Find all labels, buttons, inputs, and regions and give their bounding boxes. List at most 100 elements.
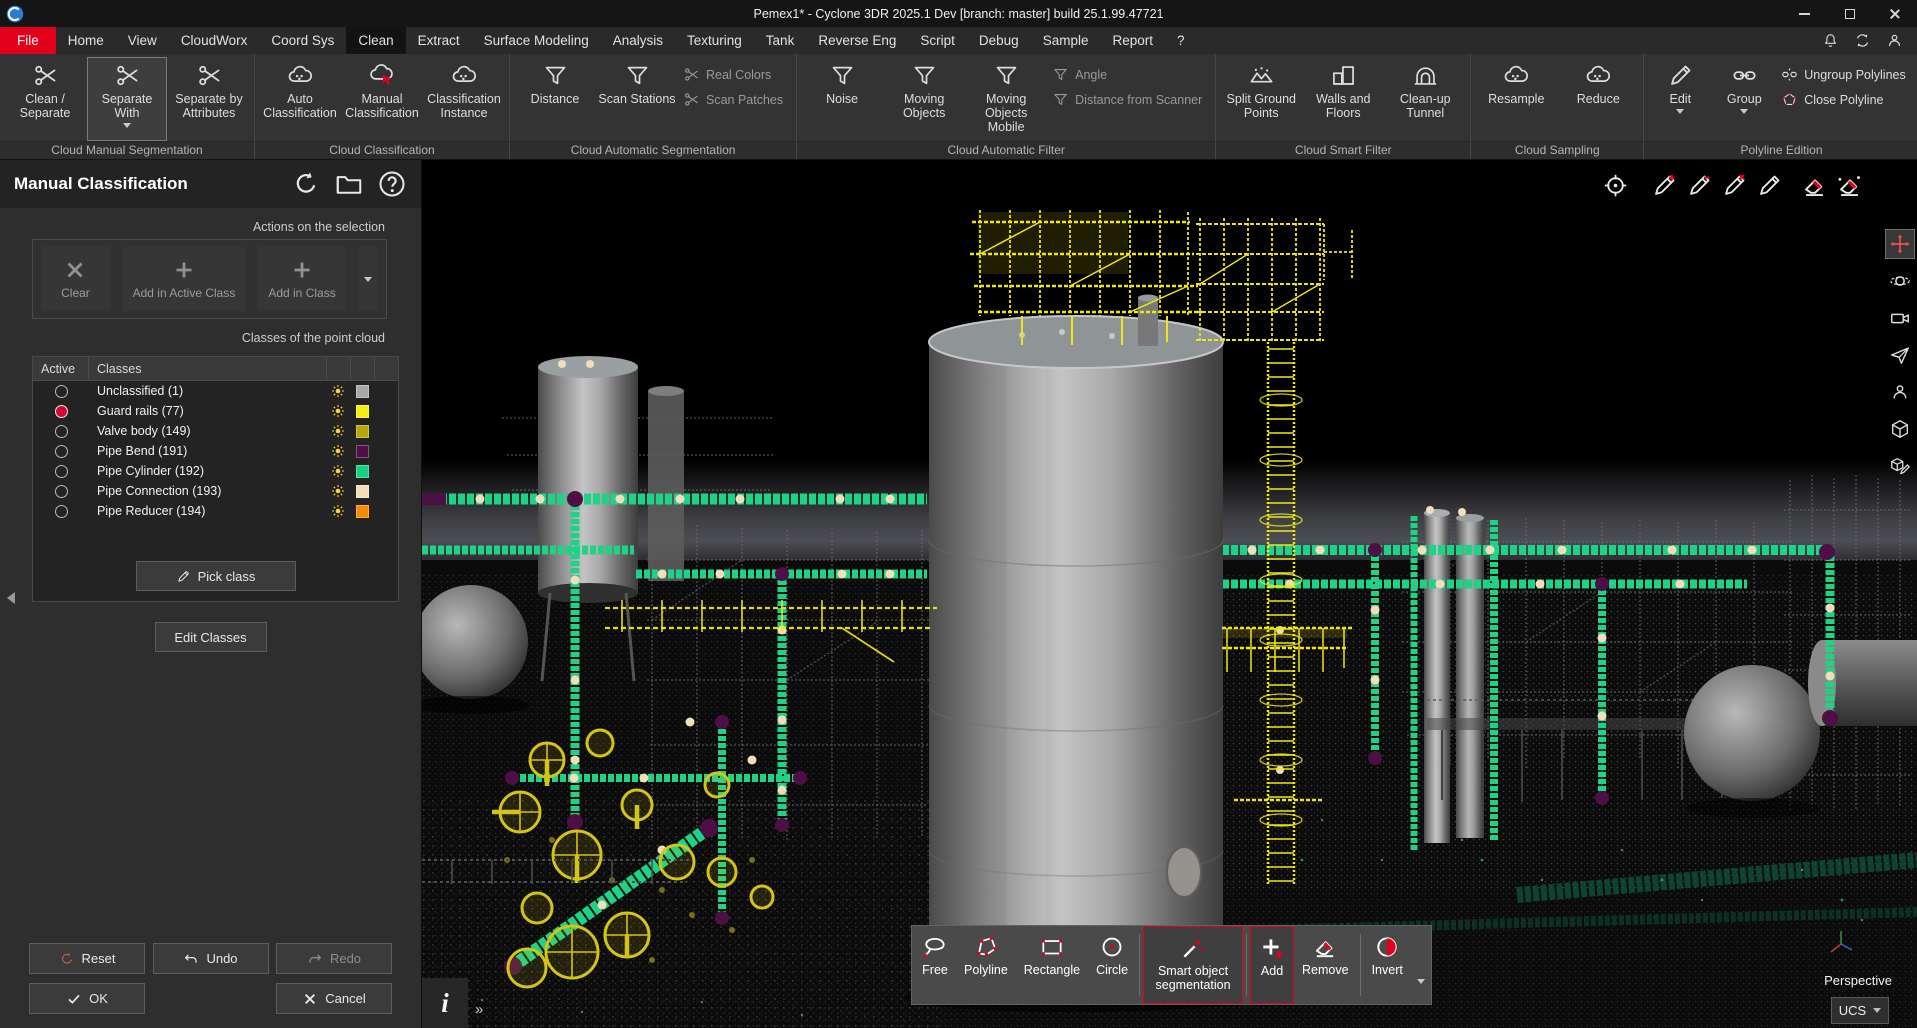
undo-button[interactable]: Undo [153,943,269,974]
active-radio[interactable] [55,445,68,458]
menu-tab-script[interactable]: Script [908,27,967,54]
menu-tab-tank[interactable]: Tank [754,27,807,54]
rectangle-selection-button[interactable]: Rectangle [1016,926,1088,1004]
class-row-selected[interactable]: Guard rails (77) [33,401,398,421]
info-expand-chevron[interactable]: » [475,1001,483,1018]
class-color-swatch[interactable] [356,485,369,498]
menu-tab-report[interactable]: Report [1100,27,1165,54]
class-row[interactable]: Unclassified (1) [33,381,398,401]
close-button[interactable] [1872,0,1917,27]
close-polyline-button[interactable]: Close Polyline [1781,91,1905,108]
cancel-button[interactable]: Cancel [276,983,392,1014]
ungroup-polylines-button[interactable]: Ungroup Polylines [1781,66,1905,83]
user-account-icon[interactable] [1886,32,1903,49]
moving-objects-mobile-button[interactable]: Moving Objects Mobile [966,57,1046,141]
add-selection-button[interactable]: Add [1250,926,1294,1004]
clear-selection-button[interactable]: Clear [41,247,110,311]
group-polyline-button[interactable]: Group [1713,57,1775,141]
class-color-swatch[interactable] [356,445,369,458]
edit-classes-button[interactable]: Edit Classes [155,622,267,652]
menu-tab-surface-modeling[interactable]: Surface Modeling [472,27,601,54]
menu-tab-coordsys[interactable]: Coord Sys [259,27,346,54]
viewport-3d[interactable]: Free Polyline Rectangle Circle Smart obj… [422,160,1917,1028]
menu-tab-clean[interactable]: Clean [346,27,405,54]
active-radio[interactable] [55,385,68,398]
remove-selection-button[interactable]: Remove [1294,926,1357,1004]
erase-outside-icon[interactable] [1836,172,1863,199]
manual-classification-button[interactable]: Manual Classification [342,57,422,141]
erase-inside-icon[interactable] [1801,172,1828,199]
visibility-sun-icon[interactable] [332,505,344,517]
invert-selection-button[interactable]: Invert [1364,926,1411,1004]
edit-view-button[interactable] [1886,452,1914,480]
move-tool-button[interactable] [1886,230,1914,258]
menu-tab-home[interactable]: Home [56,27,116,54]
add-in-class-button[interactable]: Add in Class [258,247,346,311]
moving-objects-button[interactable]: Moving Objects [884,57,964,141]
menu-tab-file[interactable]: File [0,27,56,54]
class-row[interactable]: Pipe Cylinder (192) [33,461,398,481]
selection-pen-add-icon[interactable] [1651,172,1678,199]
maximize-button[interactable] [1827,0,1872,27]
menu-tab-extract[interactable]: Extract [406,27,472,54]
visibility-sun-icon[interactable] [332,385,344,397]
menu-tab-help[interactable]: ? [1165,27,1197,54]
info-box[interactable]: i [422,978,468,1028]
classification-instance-button[interactable]: Classification Instance [424,57,504,141]
class-color-swatch[interactable] [356,405,369,418]
scan-stations-button[interactable]: Scan Stations [597,57,677,141]
active-radio[interactable] [55,425,68,438]
fly-mode-button[interactable] [1886,341,1914,369]
pick-class-button[interactable]: Pick class [136,561,296,591]
menu-tab-sample[interactable]: Sample [1031,27,1101,54]
class-color-swatch[interactable] [356,505,369,518]
selection-pen-remove-icon[interactable] [1686,172,1713,199]
edit-polyline-button[interactable]: Edit [1649,57,1711,141]
reset-button[interactable]: Reset [29,943,145,974]
standard-views-button[interactable] [1886,415,1914,443]
walls-and-floors-button[interactable]: Walls and Floors [1303,57,1383,141]
visibility-sun-icon[interactable] [332,405,344,417]
separate-with-button[interactable]: Separate With [87,57,167,141]
class-row[interactable]: Valve body (149) [33,421,398,441]
menu-tab-analysis[interactable]: Analysis [601,27,675,54]
ok-button[interactable]: OK [29,983,145,1014]
menu-tab-cloudworx[interactable]: CloudWorx [169,27,260,54]
open-folder-icon[interactable] [334,169,364,199]
panel-collapse-arrow[interactable] [1,592,15,604]
menu-tab-texturing[interactable]: Texturing [675,27,754,54]
auto-classification-button[interactable]: Auto Classification [260,57,340,141]
menu-tab-debug[interactable]: Debug [967,27,1031,54]
reset-view-icon[interactable] [291,169,321,199]
toolbar-expand-chevron[interactable] [1417,984,1425,999]
polyline-selection-button[interactable]: Polyline [956,926,1016,1004]
resample-button[interactable]: Resample [1476,57,1556,141]
ucs-selector[interactable]: UCS [1831,997,1889,1024]
visibility-sun-icon[interactable] [332,465,344,477]
sync-icon[interactable] [1854,32,1871,49]
split-ground-points-button[interactable]: Split Ground Points [1221,57,1301,141]
add-in-active-class-button[interactable]: Add in Active Class [123,247,245,311]
clean-up-tunnel-button[interactable]: Clean-up Tunnel [1385,57,1465,141]
help-icon[interactable] [377,169,407,199]
clean-separate-button[interactable]: Clean / Separate [5,57,85,141]
class-row[interactable]: Pipe Connection (193) [33,481,398,501]
visibility-sun-icon[interactable] [332,485,344,497]
class-color-swatch[interactable] [356,425,369,438]
noise-button[interactable]: Noise [802,57,882,141]
active-radio[interactable] [55,485,68,498]
orbit-tool-button[interactable] [1886,267,1914,295]
active-radio[interactable] [55,465,68,478]
class-row[interactable]: Pipe Reducer (194) [33,501,398,521]
separate-by-attributes-button[interactable]: Separate by Attributes [169,57,249,141]
menu-tab-view[interactable]: View [116,27,169,54]
selection-pen-invert-icon[interactable] [1721,172,1748,199]
add-in-class-dropdown[interactable] [359,247,378,311]
minimize-button[interactable] [1782,0,1827,27]
class-color-swatch[interactable] [356,385,369,398]
angle-button[interactable]: Angle [1052,66,1202,83]
class-row[interactable]: Pipe Bend (191) [33,441,398,461]
smart-object-segmentation-button[interactable]: Smart object segmentation [1143,926,1243,1004]
camera-view-button[interactable] [1886,304,1914,332]
point-cloud-scene[interactable] [422,160,1917,1028]
